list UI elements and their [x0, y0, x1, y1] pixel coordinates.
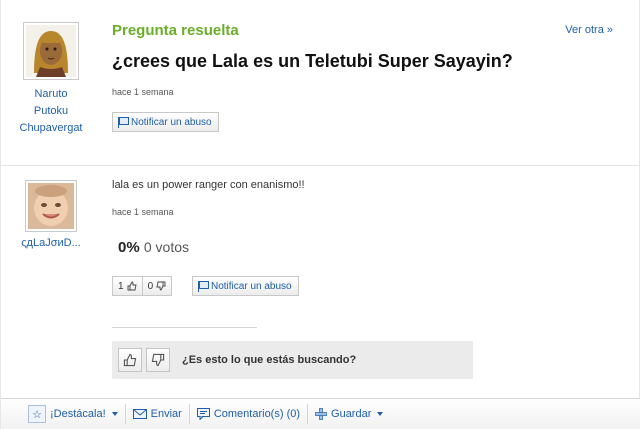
chevron-down-icon [377, 412, 384, 416]
highlight-button[interactable]: ☆ ¡Destácala! [21, 404, 126, 424]
thumbs-down-icon [156, 281, 166, 291]
question-status: Pregunta resuelta [112, 22, 239, 39]
relevance-feedback-box: ¿Es esto lo que estás buscando? [112, 341, 473, 379]
save-button[interactable]: Guardar [308, 404, 390, 424]
save-label: Guardar [331, 408, 372, 420]
thumbs-down-button[interactable]: 0 [142, 276, 173, 296]
comment-icon [196, 408, 210, 420]
vote-buttons: 1 0 [112, 276, 173, 296]
thumbs-down-icon [151, 353, 165, 367]
report-abuse-label: Notificar un abuso [211, 280, 292, 292]
chevron-down-icon [111, 412, 118, 416]
see-another-link[interactable]: Ver otra » [565, 24, 613, 36]
star-icon: ☆ [28, 405, 46, 423]
question-section: Naruto Putoku Chupavergat Pregunta resue… [1, 0, 640, 166]
highlight-label: ¡Destácala! [50, 408, 106, 420]
answer-section: ςдLaJσиD... lala es un power ranger con … [1, 167, 640, 327]
flag-icon [117, 116, 129, 128]
send-button[interactable]: Enviar [126, 404, 190, 424]
comments-button[interactable]: Comentario(s) (0) [190, 404, 309, 424]
section-divider [112, 327, 257, 328]
report-abuse-button[interactable]: Notificar un abuso [112, 112, 219, 132]
vote-count: 0 votos [143, 239, 189, 255]
plus-icon [315, 408, 327, 420]
asker-avatar[interactable] [23, 22, 79, 80]
vote-summary: 0% 0 votos [118, 239, 189, 256]
envelope-icon [132, 409, 147, 419]
question-title: ¿crees que Lala es un Teletubi Super Say… [112, 51, 513, 71]
relevant-no-button[interactable] [146, 348, 170, 372]
thumbs-up-icon [127, 281, 137, 291]
qa-page: Naruto Putoku Chupavergat Pregunta resue… [0, 0, 640, 429]
thumbs-up-icon [123, 353, 137, 367]
report-abuse-label: Notificar un abuso [131, 116, 212, 128]
thumbs-up-count: 1 [118, 280, 124, 292]
asker-avatar-image [26, 25, 76, 77]
thumbs-up-button[interactable]: 1 [112, 276, 143, 296]
flag-icon [197, 280, 209, 292]
question-timestamp: hace 1 semana [112, 87, 174, 97]
answerer-avatar[interactable] [25, 180, 77, 232]
asker-name-line: Putoku [33, 105, 69, 117]
asker-profile: Naruto Putoku Chupavergat [9, 22, 93, 137]
thumbs-down-count: 0 [147, 280, 154, 292]
answerer-name[interactable]: ςдLaJσиD... [9, 237, 93, 249]
send-label: Enviar [150, 408, 182, 420]
asker-name[interactable]: Naruto Putoku Chupavergat [9, 86, 93, 137]
asker-name-line: Chupavergat [19, 122, 83, 134]
answerer-profile: ςдLaJσиD... [9, 180, 93, 249]
answer-timestamp: hace 1 semana [112, 207, 174, 217]
comments-label: Comentario(s) (0) [213, 408, 301, 420]
vote-percentage: 0% [118, 239, 140, 256]
asker-name-line: Naruto [34, 88, 68, 100]
answer-text: lala es un power ranger con enanismo!! [112, 179, 305, 191]
action-toolbar: ☆ ¡Destácala! Enviar Comentario(s) (0) G… [1, 398, 640, 429]
answerer-avatar-image [28, 183, 74, 229]
relevance-question: ¿Es esto lo que estás buscando? [182, 354, 357, 366]
answer-report-abuse-button[interactable]: Notificar un abuso [192, 276, 299, 296]
relevant-yes-button[interactable] [118, 348, 142, 372]
